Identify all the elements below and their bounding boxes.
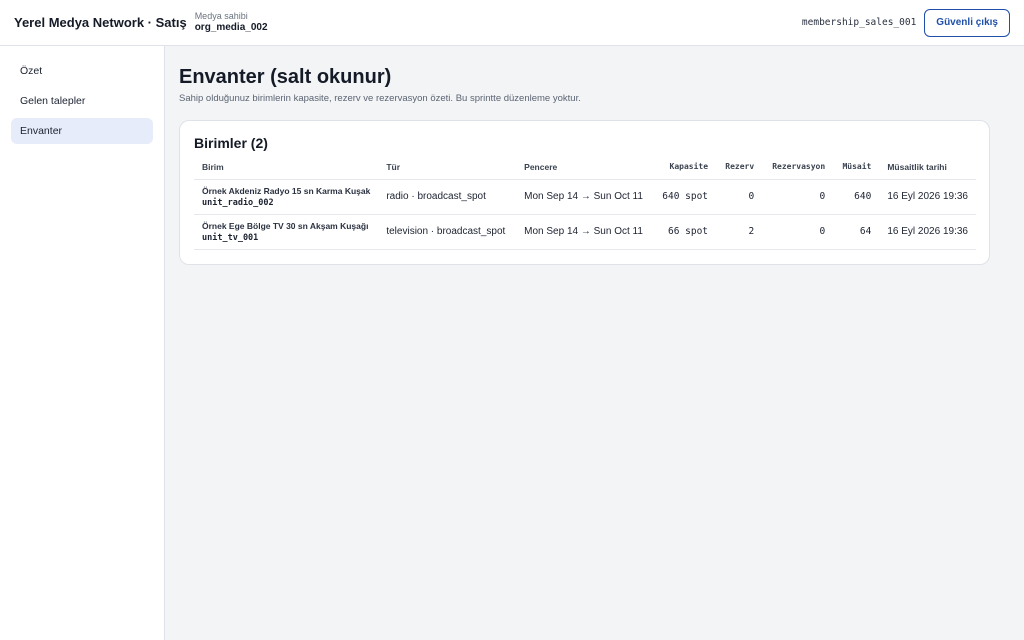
available-date-cell: 16 Eyl 2026 19:36 <box>879 214 976 250</box>
capacity-cell: 640 spot <box>650 179 717 215</box>
col-unit: Birim <box>194 155 379 180</box>
main-content: Envanter (salt okunur) Sahip olduğunuz b… <box>165 46 1024 640</box>
available-date-cell: 16 Eyl 2026 19:36 <box>879 179 976 215</box>
user-id: membership_sales_001 <box>801 17 917 28</box>
reserve-cell: 0 <box>716 179 763 215</box>
page-title: Envanter (salt okunur) <box>179 66 392 88</box>
type-cell: television · broadcast_spot <box>378 214 517 250</box>
col-available-date: Müsaitlik tarihi <box>879 155 976 180</box>
col-reserve: Rezerv <box>716 155 763 180</box>
col-available: Müsait <box>833 155 880 180</box>
sidebar-item-gelen-talepler[interactable]: Gelen talepler <box>11 88 153 114</box>
unit-cell: Örnek Akdeniz Radyo 15 sn Karma Kuşak un… <box>194 179 379 215</box>
reservation-cell: 0 <box>762 214 834 250</box>
col-type: Tür <box>378 155 517 180</box>
reservation-cell: 0 <box>762 179 834 215</box>
available-cell: 64 <box>833 214 880 250</box>
reserve-cell: 2 <box>716 214 763 250</box>
sidebar: Özet Gelen talepler Envanter <box>0 46 165 640</box>
window-cell: Mon Sep 14 → Sun Oct 11 <box>516 214 651 250</box>
window-cell: Mon Sep 14 → Sun Oct 11 <box>516 179 651 215</box>
sidebar-item-ozet[interactable]: Özet <box>11 58 153 84</box>
unit-name: Örnek Akdeniz Radyo 15 sn Karma Kuşak <box>202 185 371 196</box>
table-row: Örnek Ege Bölge TV 30 sn Akşam Kuşağı un… <box>194 214 976 250</box>
available-cell: 640 <box>833 179 880 215</box>
units-table: Birim Tür Pencere Kapasite Rezerv Rezerv… <box>194 155 976 250</box>
page-subtitle: Sahip olduğunuz birimlerin kapasite, rez… <box>179 93 581 104</box>
type-cell: radio · broadcast_spot <box>378 179 517 215</box>
units-card: Birimler (2) Birim Tür Pencere Kapasite … <box>179 120 990 265</box>
table-header-row: Birim Tür Pencere Kapasite Rezerv Rezerv… <box>194 155 976 180</box>
brand-title: Yerel Medya Network · Satış <box>14 15 187 30</box>
logout-button[interactable]: Güvenli çıkış <box>924 8 1010 37</box>
col-window: Pencere <box>516 155 651 180</box>
org-caption: Medya sahibi <box>194 10 248 21</box>
col-capacity: Kapasite <box>650 155 717 180</box>
col-reservation: Rezervasyon <box>762 155 834 180</box>
unit-id: unit_radio_002 <box>202 197 274 208</box>
table-row: Örnek Akdeniz Radyo 15 sn Karma Kuşak un… <box>194 179 976 215</box>
card-title: Birimler (2) <box>194 135 268 151</box>
org-info: Medya sahibi org_media_002 <box>195 11 268 35</box>
org-value: org_media_002 <box>194 21 268 33</box>
unit-cell: Örnek Ege Bölge TV 30 sn Akşam Kuşağı un… <box>194 214 379 250</box>
capacity-cell: 66 spot <box>650 214 717 250</box>
top-bar: Yerel Medya Network · Satış Medya sahibi… <box>0 0 1024 46</box>
unit-name: Örnek Ege Bölge TV 30 sn Akşam Kuşağı <box>202 220 369 231</box>
sidebar-item-envanter[interactable]: Envanter <box>11 118 153 144</box>
unit-id: unit_tv_001 <box>202 232 259 243</box>
